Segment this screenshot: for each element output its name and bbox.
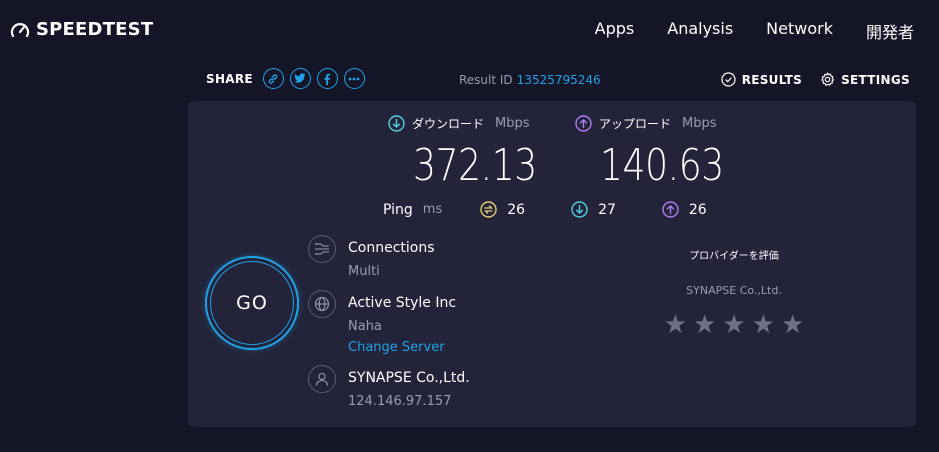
connections-title: Connections xyxy=(348,240,435,256)
server-name: Active Style Inc xyxy=(348,295,457,311)
nav-apps[interactable]: Apps xyxy=(595,19,635,43)
ping-upload-value: 26 xyxy=(688,201,707,218)
logo-text: SPEEDTEST xyxy=(36,19,154,40)
ping-upload: 26 xyxy=(662,201,707,218)
download-unit: Mbps xyxy=(495,116,530,131)
provider-rating: プロバイダーを評価 SYNAPSE Co.,Ltd. ★ ★ ★ ★ ★ xyxy=(650,247,818,338)
ping-row: Ping ms 26 27 26 xyxy=(383,201,753,218)
connections-value: Multi xyxy=(348,264,380,279)
more-share-icon[interactable] xyxy=(343,68,365,89)
go-label: GO xyxy=(210,261,294,345)
results-button[interactable]: RESULTS xyxy=(721,72,802,87)
star-icon-1[interactable]: ★ xyxy=(664,312,687,338)
gear-icon xyxy=(821,72,835,86)
isp-info: SYNAPSE Co.,Ltd. 124.146.97.157 xyxy=(308,365,470,409)
connections-info: Connections Multi xyxy=(308,235,435,279)
settings-button[interactable]: SETTINGS xyxy=(820,72,910,87)
rating-title: プロバイダーを評価 xyxy=(689,251,779,262)
share-label: SHARE xyxy=(206,71,253,86)
upload-metric: アップロード Mbps 140.63 xyxy=(575,115,751,191)
download-speed: 372.13 xyxy=(413,140,537,191)
nav-analysis[interactable]: Analysis xyxy=(667,19,733,43)
isp-name: SYNAPSE Co.,Ltd. xyxy=(348,370,470,386)
main-nav: Apps Analysis Network 開発者 xyxy=(595,19,914,43)
download-label: ダウンロード xyxy=(412,117,485,131)
download-arrow-icon xyxy=(388,115,405,132)
go-button[interactable]: GO xyxy=(205,256,299,350)
upload-speed: 140.63 xyxy=(600,140,724,191)
gauge-icon xyxy=(10,22,30,37)
speedtest-logo[interactable]: SPEEDTEST xyxy=(10,19,153,40)
server-location: Naha xyxy=(348,319,382,334)
top-actions: RESULTS SETTINGS xyxy=(721,72,910,87)
ping-upload-icon xyxy=(662,201,679,218)
result-id-label: Result ID xyxy=(459,73,513,87)
link-share-icon[interactable] xyxy=(262,68,284,89)
ping-download: 27 xyxy=(571,201,616,218)
ping-label: Ping xyxy=(383,201,413,218)
result-id: Result ID 13525795246 xyxy=(459,73,601,87)
ping-idle-value: 26 xyxy=(507,201,526,218)
connections-icon[interactable] xyxy=(308,235,336,263)
ping-idle-icon xyxy=(480,201,497,218)
ping-idle: 26 xyxy=(480,201,525,218)
upload-label: アップロード xyxy=(599,117,672,131)
upload-unit: Mbps xyxy=(682,116,717,131)
check-circle-icon xyxy=(721,72,736,87)
nav-developers[interactable]: 開発者 xyxy=(866,19,914,43)
isp-ip: 124.146.97.157 xyxy=(348,394,452,409)
download-metric: ダウンロード Mbps 372.13 xyxy=(388,115,564,191)
change-server-link[interactable]: Change Server xyxy=(348,340,456,355)
results-panel: ダウンロード Mbps 372.13 アップロード Mbps 140.63 Pi… xyxy=(188,101,916,427)
ping-download-value: 27 xyxy=(598,201,616,218)
ping-unit: ms xyxy=(422,202,443,217)
rating-stars: ★ ★ ★ ★ ★ xyxy=(650,312,818,338)
nav-network[interactable]: Network xyxy=(766,19,833,43)
upload-arrow-icon xyxy=(575,115,592,132)
star-icon-4[interactable]: ★ xyxy=(752,312,775,338)
results-label: RESULTS xyxy=(741,72,803,87)
result-id-link[interactable]: 13525795246 xyxy=(517,73,601,87)
star-icon-5[interactable]: ★ xyxy=(781,312,804,338)
ping-download-icon xyxy=(571,201,588,218)
star-icon-3[interactable]: ★ xyxy=(722,312,745,338)
star-icon-2[interactable]: ★ xyxy=(693,312,716,338)
settings-label: SETTINGS xyxy=(841,72,910,87)
globe-icon xyxy=(308,290,336,318)
twitter-share-icon[interactable] xyxy=(289,68,311,89)
rating-provider: SYNAPSE Co.,Ltd. xyxy=(686,284,782,297)
share-bar: SHARE xyxy=(206,68,365,89)
user-icon xyxy=(308,365,336,393)
facebook-share-icon[interactable] xyxy=(316,68,338,89)
server-info: Active Style Inc Naha Change Server xyxy=(308,290,456,355)
